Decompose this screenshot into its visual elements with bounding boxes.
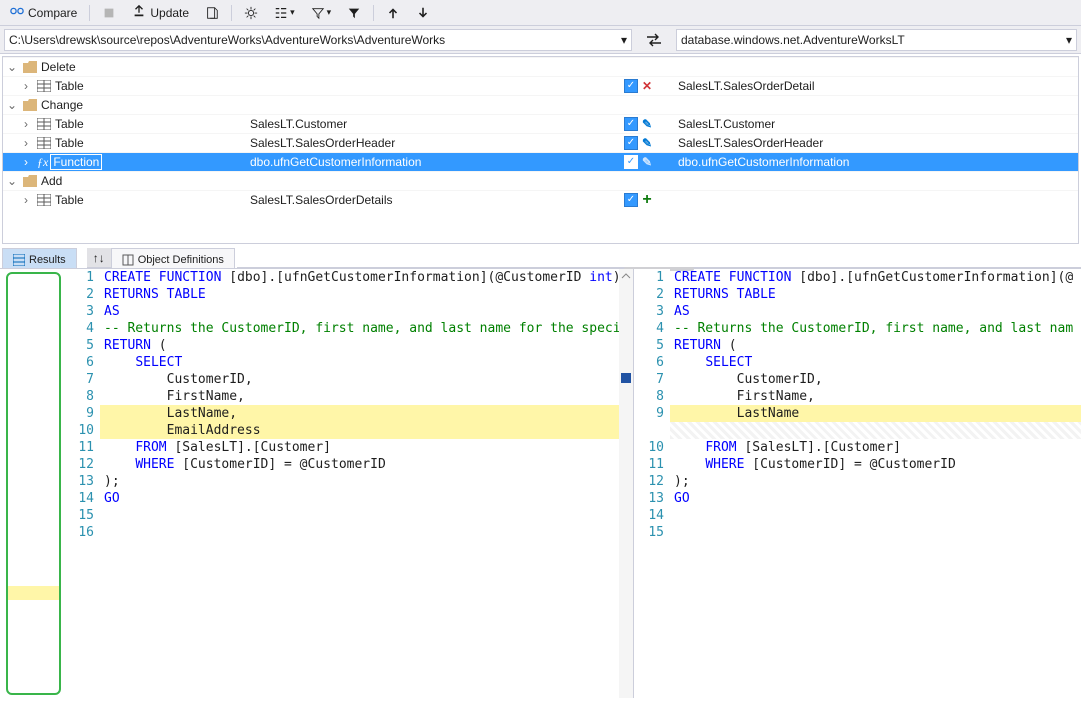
- table-row[interactable]: › Table SalesLT.Customer ✓ ✎ SalesLT.Cus…: [3, 114, 1078, 133]
- nav-updown[interactable]: ↑↓: [87, 248, 111, 268]
- vertical-scrollbar[interactable]: [619, 269, 633, 698]
- add-action-icon: +: [640, 193, 654, 207]
- dropdown-icon[interactable]: ▾: [589, 33, 627, 47]
- results-icon: [13, 254, 25, 266]
- include-checkbox[interactable]: ✓: [624, 136, 638, 150]
- prev-diff-button[interactable]: [380, 2, 406, 24]
- compare-label: Compare: [28, 6, 77, 20]
- expand-icon[interactable]: ›: [19, 155, 33, 169]
- bottom-tabs: Results ↑↓ Object Definitions: [0, 246, 1081, 268]
- line-numbers: 12345678910111213141516: [64, 269, 100, 698]
- script-button[interactable]: [199, 2, 225, 24]
- toolbar-separator: [231, 5, 232, 21]
- type-label: Table: [55, 79, 84, 93]
- folder-icon: [23, 175, 37, 187]
- overview-ruler[interactable]: [6, 272, 61, 695]
- include-checkbox[interactable]: ✓: [624, 79, 638, 93]
- group-delete[interactable]: ⌄ Delete: [3, 57, 1078, 76]
- table-icon: [37, 194, 51, 206]
- tab-object-definitions[interactable]: Object Definitions: [111, 248, 235, 268]
- folder-icon: [23, 99, 37, 111]
- type-label: Table: [55, 117, 84, 131]
- address-row: C:\Users\drewsk\source\repos\AdventureWo…: [0, 26, 1081, 54]
- collapse-icon[interactable]: ⌄: [5, 174, 19, 188]
- collapse-icon[interactable]: ⌄: [5, 60, 19, 74]
- compare-grid: ⌄ Delete › Table ✓ ✕ SalesLT.SalesOrderD…: [2, 56, 1079, 244]
- definitions-icon: [122, 254, 134, 266]
- table-row[interactable]: › Table SalesLT.SalesOrderHeader ✓ ✎ Sal…: [3, 133, 1078, 152]
- line-numbers: 123456789101112131415: [634, 269, 670, 698]
- expand-icon[interactable]: ›: [19, 136, 33, 150]
- tab-label: Object Definitions: [138, 254, 224, 266]
- right-object: SalesLT.SalesOrderHeader: [658, 136, 1078, 150]
- right-object: SalesLT.Customer: [658, 117, 1078, 131]
- expand-icon[interactable]: ›: [19, 79, 33, 93]
- target-path-text: database.windows.net.AdventureWorksLT: [681, 33, 1034, 47]
- include-checkbox[interactable]: ✓: [624, 117, 638, 131]
- type-label: Function: [50, 154, 102, 170]
- function-icon: ƒx: [37, 155, 48, 170]
- collapse-icon[interactable]: ⌄: [5, 98, 19, 112]
- code-diff-area: 12345678910111213141516 CREATE FUNCTION …: [0, 268, 1081, 698]
- toolbar-separator: [373, 5, 374, 21]
- options-button[interactable]: [238, 2, 264, 24]
- scroll-thumb[interactable]: [621, 373, 631, 383]
- code-content[interactable]: CREATE FUNCTION [dbo].[ufnGetCustomerInf…: [100, 269, 633, 698]
- compare-button[interactable]: Compare: [4, 2, 83, 24]
- group-label: Delete: [41, 60, 76, 74]
- update-button[interactable]: Update: [126, 2, 195, 24]
- type-label: Table: [55, 193, 84, 207]
- toolbar-separator: [89, 5, 90, 21]
- dropdown-icon[interactable]: ▾: [1034, 33, 1072, 47]
- tab-label: Results: [29, 254, 66, 266]
- main-toolbar: Compare Update ▾ ▾: [0, 0, 1081, 26]
- table-row[interactable]: › Table SalesLT.SalesOrderDetails ✓ +: [3, 190, 1078, 209]
- left-editor[interactable]: 12345678910111213141516 CREATE FUNCTION …: [64, 269, 634, 698]
- tab-results[interactable]: Results: [2, 248, 77, 268]
- filter-button[interactable]: ▾: [305, 2, 338, 24]
- left-object: SalesLT.SalesOrderHeader: [248, 136, 608, 150]
- right-object: SalesLT.SalesOrderDetail: [658, 79, 1078, 93]
- code-content[interactable]: CREATE FUNCTION [dbo].[ufnGetCustomerInf…: [670, 269, 1081, 698]
- expand-icon[interactable]: ›: [19, 193, 33, 207]
- group-label: Change: [41, 98, 83, 112]
- stop-button[interactable]: [96, 2, 122, 24]
- group-add[interactable]: ⌄ Add: [3, 171, 1078, 190]
- edit-action-icon: ✎: [640, 136, 654, 150]
- type-label: Table: [55, 136, 84, 150]
- compare-icon: [10, 4, 24, 21]
- group-button[interactable]: ▾: [268, 2, 301, 24]
- source-path-field[interactable]: C:\Users\drewsk\source\repos\AdventureWo…: [4, 29, 632, 51]
- left-object: SalesLT.SalesOrderDetails: [248, 193, 608, 207]
- group-change[interactable]: ⌄ Change: [3, 95, 1078, 114]
- filter-clear-button[interactable]: [341, 2, 367, 24]
- delete-action-icon: ✕: [640, 79, 654, 93]
- update-label: Update: [150, 6, 189, 20]
- group-label: Add: [41, 174, 62, 188]
- left-object: dbo.ufnGetCustomerInformation: [248, 155, 608, 169]
- right-editor[interactable]: 123456789101112131415 CREATE FUNCTION [d…: [634, 269, 1081, 698]
- folder-icon: [23, 61, 37, 73]
- update-icon: [132, 4, 146, 21]
- edit-action-icon: ✎: [640, 155, 654, 169]
- source-path-text: C:\Users\drewsk\source\repos\AdventureWo…: [9, 33, 589, 47]
- target-path-field[interactable]: database.windows.net.AdventureWorksLT ▾: [676, 29, 1077, 51]
- include-checkbox[interactable]: ✓: [624, 155, 638, 169]
- next-diff-button[interactable]: [410, 2, 436, 24]
- right-object: dbo.ufnGetCustomerInformation: [658, 155, 1078, 169]
- left-object: SalesLT.Customer: [248, 117, 608, 131]
- table-icon: [37, 118, 51, 130]
- include-checkbox[interactable]: ✓: [624, 193, 638, 207]
- edit-action-icon: ✎: [640, 117, 654, 131]
- expand-icon[interactable]: ›: [19, 117, 33, 131]
- table-row[interactable]: › ƒx Function dbo.ufnGetCustomerInformat…: [3, 152, 1078, 171]
- table-icon: [37, 80, 51, 92]
- table-row[interactable]: › Table ✓ ✕ SalesLT.SalesOrderDetail: [3, 76, 1078, 95]
- swap-button[interactable]: [646, 33, 662, 47]
- table-icon: [37, 137, 51, 149]
